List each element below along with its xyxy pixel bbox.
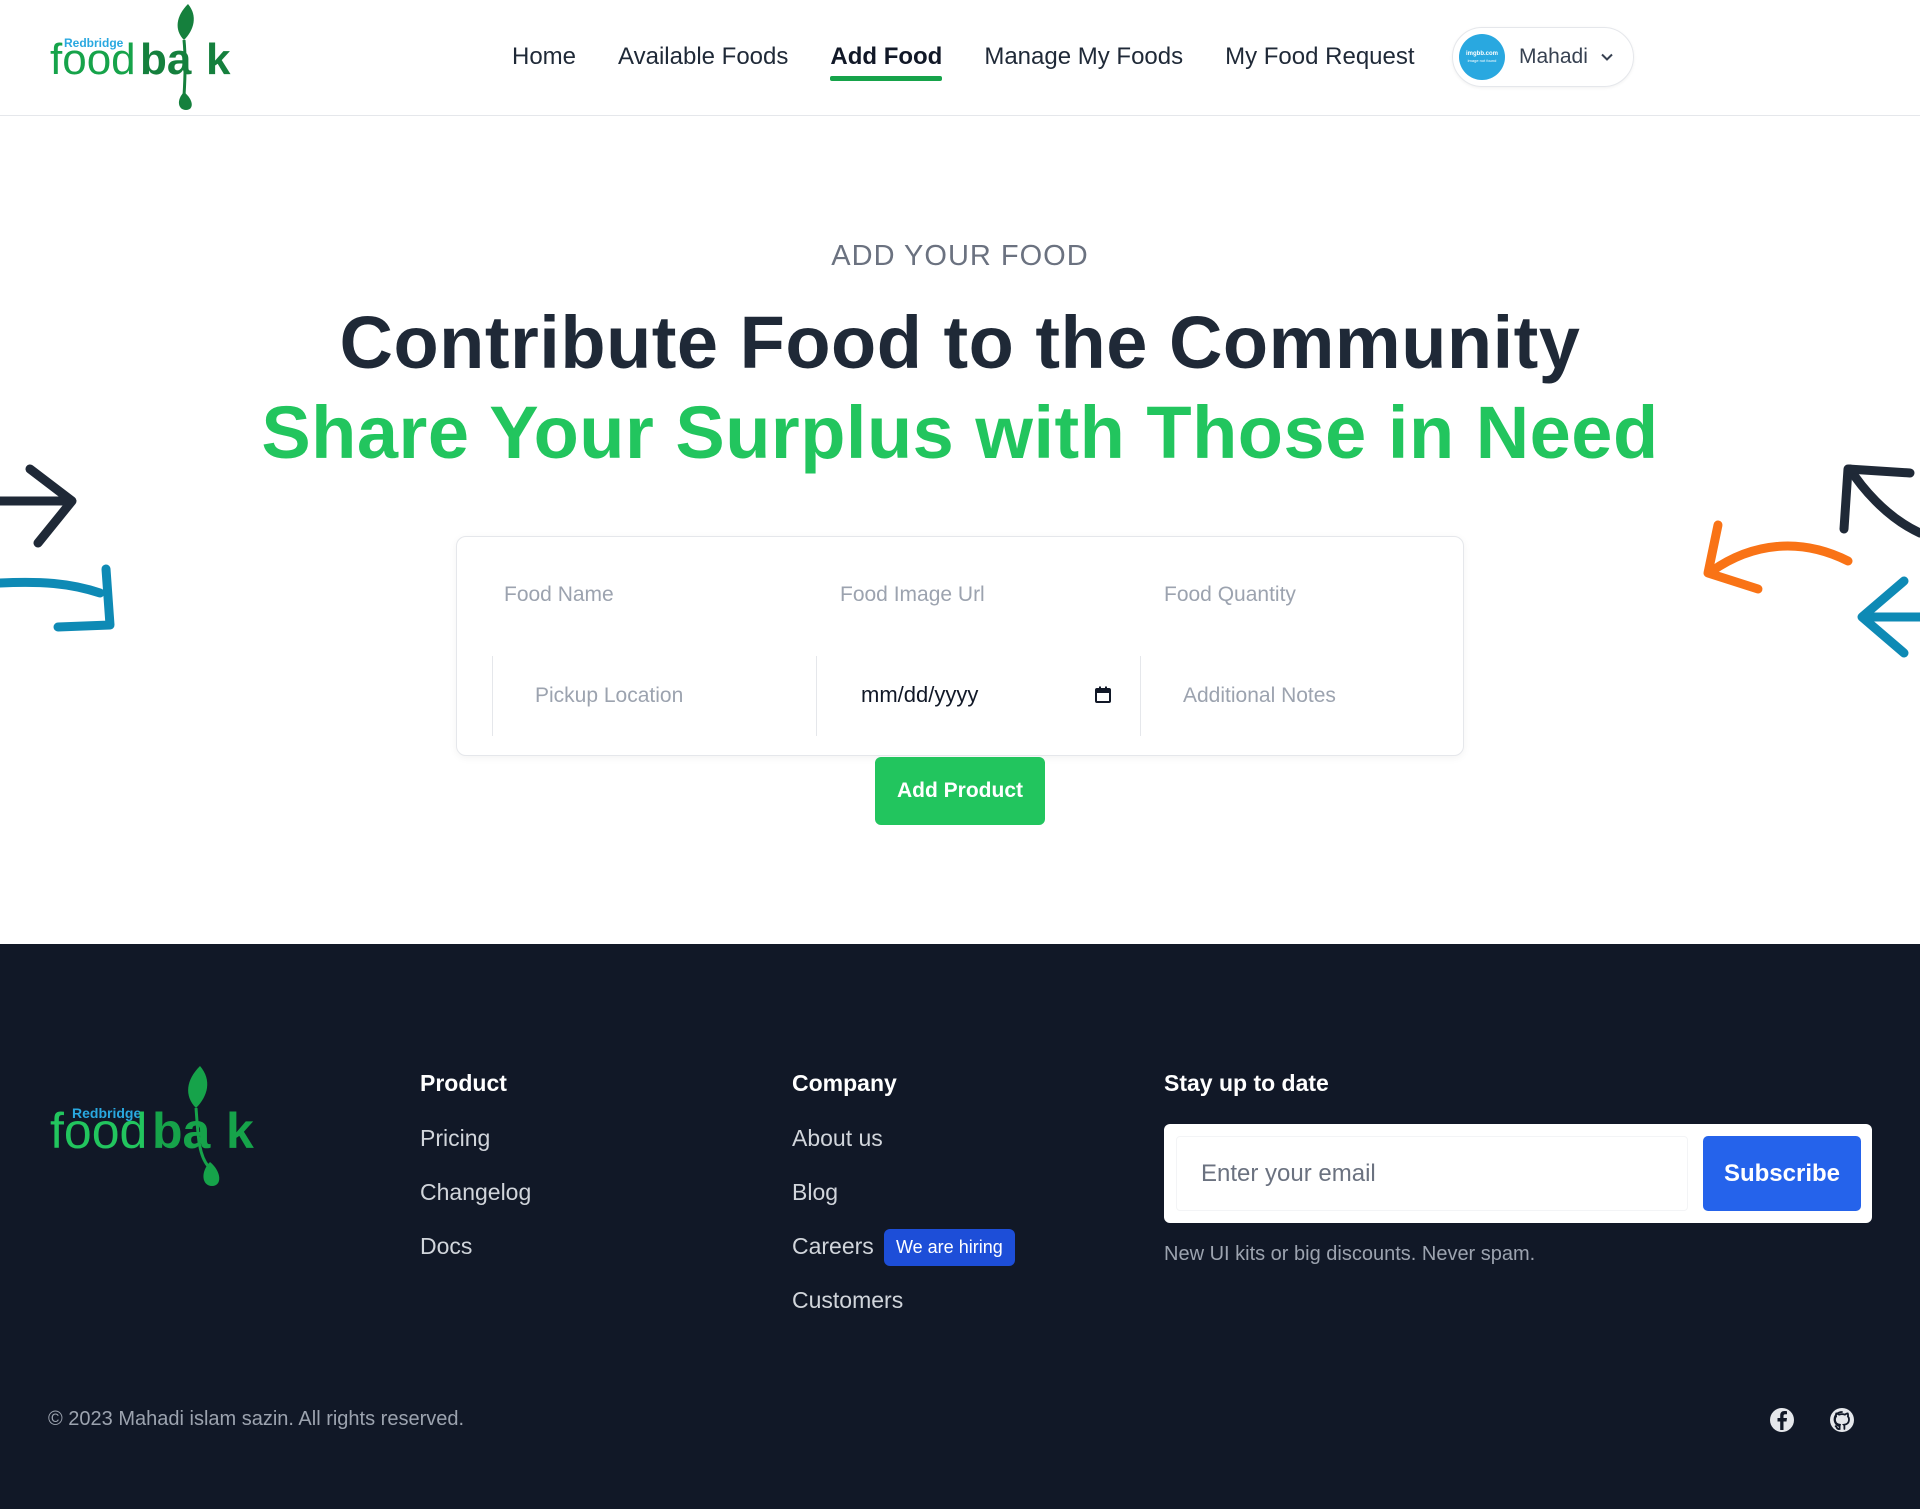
footer-link-careers[interactable]: Careers <box>792 1233 874 1260</box>
main-nav: Home Available Foods Add Food Manage My … <box>512 36 1457 84</box>
pickup-location-input[interactable] <box>493 656 816 736</box>
avatar-line1: imgbb.com <box>1465 51 1498 57</box>
decorative-arrows-left <box>0 464 115 632</box>
hero-subtitle: Share Your Surplus with Those in Need <box>261 391 1659 474</box>
food-quantity-input[interactable] <box>1152 560 1432 630</box>
nav-available-foods[interactable]: Available Foods <box>618 43 788 77</box>
footer-product-title: Product <box>420 1070 507 1096</box>
copyright: © 2023 Mahadi islam sazin. All rights re… <box>48 1408 465 1430</box>
footer-link-docs[interactable]: Docs <box>420 1233 472 1260</box>
newsletter-email-input[interactable] <box>1176 1136 1688 1211</box>
svg-text:k: k <box>226 1103 254 1159</box>
footer-link-about-us[interactable]: About us <box>792 1125 883 1152</box>
newsletter-note: New UI kits or big discounts. Never spam… <box>1164 1243 1536 1265</box>
add-product-button[interactable]: Add Product <box>875 757 1045 825</box>
avatar-line2: image not found <box>1467 58 1497 63</box>
food-image-url-input[interactable] <box>828 560 1128 630</box>
expiry-date-cell[interactable]: mm/dd/yyyy <box>816 656 1140 736</box>
svg-text:ba: ba <box>152 1103 212 1159</box>
svg-text:food: food <box>50 35 136 84</box>
github-icon[interactable] <box>1828 1406 1856 1434</box>
footer-company-title: Company <box>792 1070 897 1096</box>
additional-notes-cell <box>1140 656 1440 736</box>
newsletter-title: Stay up to date <box>1164 1070 1329 1096</box>
svg-text:ba: ba <box>140 35 192 84</box>
svg-text:k: k <box>206 35 231 84</box>
svg-text:food: food <box>50 1103 147 1159</box>
footer-link-customers[interactable]: Customers <box>792 1287 903 1314</box>
nav-add-food[interactable]: Add Food <box>830 43 942 81</box>
subscribe-button[interactable]: Subscribe <box>1703 1136 1861 1211</box>
decorative-arrows-right <box>1703 464 1920 658</box>
user-name: Mahadi <box>1519 45 1588 68</box>
footer-link-changelog[interactable]: Changelog <box>420 1179 531 1206</box>
additional-notes-input[interactable] <box>1141 656 1440 736</box>
avatar: imgbb.com image not found <box>1459 34 1505 80</box>
hero-title: Contribute Food to the Community <box>339 301 1581 384</box>
user-menu[interactable]: imgbb.com image not found Mahadi <box>1452 27 1634 87</box>
date-input[interactable]: mm/dd/yyyy <box>861 682 978 708</box>
footer-link-pricing[interactable]: Pricing <box>420 1125 490 1152</box>
footer-foodbank-logo[interactable]: Redbridge food ba k <box>48 1062 268 1192</box>
facebook-icon[interactable] <box>1768 1406 1796 1434</box>
pickup-location-cell <box>492 656 816 736</box>
nav-manage-my-foods[interactable]: Manage My Foods <box>984 43 1183 77</box>
navbar: Redbridge food ba k Home Available Foods… <box>0 0 1920 116</box>
hiring-badge: We are hiring <box>884 1229 1015 1266</box>
food-name-input[interactable] <box>492 560 792 630</box>
chevron-down-icon <box>1601 53 1613 61</box>
nav-my-food-request[interactable]: My Food Request <box>1225 43 1414 77</box>
hero-eyebrow: ADD YOUR FOOD <box>831 240 1089 272</box>
nav-home[interactable]: Home <box>512 43 576 77</box>
footer-link-blog[interactable]: Blog <box>792 1179 838 1206</box>
foodbank-logo[interactable]: Redbridge food ba k <box>48 0 242 112</box>
calendar-icon[interactable] <box>1094 686 1112 704</box>
